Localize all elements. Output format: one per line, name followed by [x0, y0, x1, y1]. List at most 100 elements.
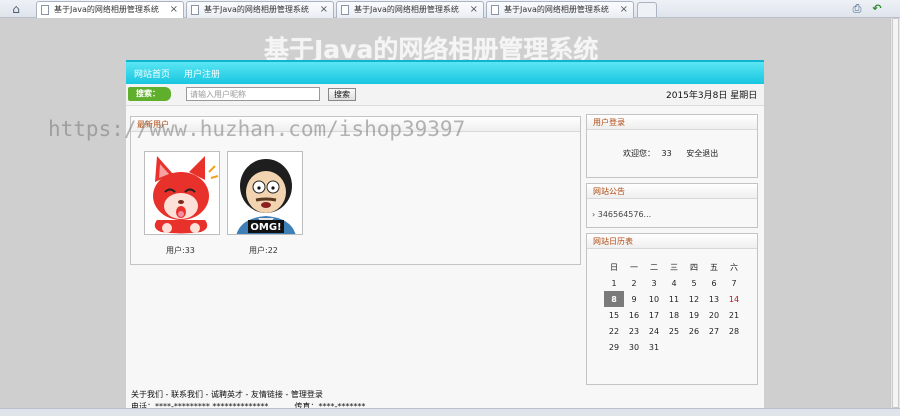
- calendar-day[interactable]: 10: [644, 291, 664, 307]
- calendar-day[interactable]: 26: [684, 323, 704, 339]
- browser-tab[interactable]: 基于Java的网络相册管理系统 ×: [336, 1, 484, 18]
- calendar-day[interactable]: 11: [664, 291, 684, 307]
- calendar-day[interactable]: 9: [624, 291, 644, 307]
- tab-close-icon[interactable]: ×: [470, 2, 478, 17]
- main-nav: 网站首页 用户注册: [126, 60, 764, 84]
- calendar-day[interactable]: 20: [704, 307, 724, 323]
- calendar-day[interactable]: 7: [724, 275, 744, 291]
- calendar-day[interactable]: 12: [684, 291, 704, 307]
- weekday-label: 五: [710, 262, 718, 272]
- browser-tab[interactable]: 基于Java的网络相册管理系统 ×: [486, 1, 634, 18]
- tab-title: 基于Java的网络相册管理系统: [504, 5, 609, 14]
- cartoon-man-omg-avatar: OMG!: [228, 152, 302, 234]
- calendar-day[interactable]: 22: [604, 323, 624, 339]
- calendar-week-row: 1 2 3 4 5 6 7: [604, 275, 744, 291]
- user-photo-22[interactable]: OMG!: [227, 151, 303, 235]
- panel-title: 网站公告: [587, 184, 757, 199]
- page-icon: [41, 5, 49, 15]
- calendar-day[interactable]: 28: [724, 323, 744, 339]
- calendar-day[interactable]: 30: [624, 339, 644, 355]
- calendar-week-row: 15 16 17 18 19 20 21: [604, 307, 744, 323]
- logout-link[interactable]: 安全退出: [686, 149, 718, 158]
- calendar-day[interactable]: 25: [664, 323, 684, 339]
- bullet-arrow-icon: ›: [592, 210, 596, 219]
- panel-title: 网站日历表: [587, 234, 757, 249]
- browser-tab-bar: ⌂ 基于Java的网络相册管理系统 × 基于Java的网络相册管理系统 × 基于…: [0, 0, 900, 18]
- calendar-day: [724, 339, 744, 355]
- search-button[interactable]: 搜索: [328, 88, 356, 101]
- page-icon: [341, 5, 349, 15]
- calendar-day: [684, 339, 704, 355]
- tab-close-icon[interactable]: ×: [320, 2, 328, 17]
- nav-register-link[interactable]: 用户注册: [184, 67, 220, 80]
- user-caption: 用户:22: [249, 246, 278, 255]
- print-icon[interactable]: ⎙: [850, 2, 864, 15]
- search-input[interactable]: [186, 87, 320, 101]
- search-label: 搜索：: [128, 87, 171, 101]
- watermark-text: https://www.huzhan.com/ishop39397: [48, 117, 466, 141]
- calendar-day[interactable]: 5: [684, 275, 704, 291]
- new-tab-button[interactable]: [637, 2, 657, 17]
- tab-close-icon[interactable]: ×: [620, 2, 628, 17]
- calendar-day[interactable]: 24: [644, 323, 664, 339]
- omg-text: OMG!: [250, 222, 281, 233]
- logged-in-user: 33: [661, 149, 672, 158]
- calendar-day[interactable]: 14: [724, 291, 744, 307]
- scrollbar-thumb[interactable]: [892, 18, 899, 408]
- calendar-week-row: 22 23 24 25 26 27 28: [604, 323, 744, 339]
- announcement-panel: 网站公告 › 346564576...: [586, 183, 758, 228]
- calendar-week-row: 29 30 31: [604, 339, 744, 355]
- tab-title: 基于Java的网络相册管理系统: [204, 5, 309, 14]
- calendar-day[interactable]: 3: [644, 275, 664, 291]
- calendar-day[interactable]: 4: [664, 275, 684, 291]
- page-icon: [191, 5, 199, 15]
- tab-title: 基于Java的网络相册管理系统: [354, 5, 459, 14]
- browser-tab[interactable]: 基于Java的网络相册管理系统 ×: [186, 1, 334, 18]
- red-fox-avatar: [145, 152, 219, 234]
- calendar-day[interactable]: 29: [604, 339, 624, 355]
- tab-title: 基于Java的网络相册管理系统: [54, 5, 159, 14]
- page-icon: [491, 5, 499, 15]
- weekday-label: 四: [690, 262, 698, 272]
- vertical-scrollbar[interactable]: [890, 18, 900, 408]
- announcement-text: 346564576...: [597, 210, 652, 219]
- welcome-label: 欢迎您：: [623, 149, 655, 158]
- calendar-day-today[interactable]: 8: [604, 291, 624, 307]
- calendar-day: [664, 339, 684, 355]
- weekday-label: 日: [610, 262, 618, 272]
- weekday-label: 一: [630, 262, 638, 272]
- calendar-day[interactable]: 18: [664, 307, 684, 323]
- calendar-day[interactable]: 31: [644, 339, 664, 355]
- panel-title: 用户登录: [587, 115, 757, 130]
- calendar-day[interactable]: 17: [644, 307, 664, 323]
- calendar-day[interactable]: 27: [704, 323, 724, 339]
- user-photo-33[interactable]: [144, 151, 220, 235]
- calendar-day[interactable]: 2: [624, 275, 644, 291]
- calendar-day: [704, 339, 724, 355]
- calendar-week-row: 8 9 10 11 12 13 14: [604, 291, 744, 307]
- weekday-label: 六: [730, 262, 738, 272]
- tab-close-icon[interactable]: ×: [170, 2, 178, 17]
- calendar-day[interactable]: 15: [604, 307, 624, 323]
- home-icon[interactable]: ⌂: [8, 2, 24, 16]
- search-bar: 搜索： 搜索 2015年3月8日 星期日: [126, 84, 764, 106]
- calendar-day[interactable]: 19: [684, 307, 704, 323]
- calendar-day[interactable]: 21: [724, 307, 744, 323]
- weekday-label: 二: [650, 262, 658, 272]
- weekday-label: 三: [670, 262, 678, 272]
- calendar-day[interactable]: 13: [704, 291, 724, 307]
- login-panel: 用户登录 欢迎您： 33 安全退出: [586, 114, 758, 178]
- browser-tab[interactable]: 基于Java的网络相册管理系统 ×: [36, 1, 184, 18]
- calendar-day[interactable]: 23: [624, 323, 644, 339]
- login-status: 欢迎您： 33 安全退出: [623, 148, 718, 159]
- back-arrow-icon[interactable]: ↶: [870, 2, 884, 15]
- calendar-weekday-row: 日 一 二 三 四 五 六: [604, 259, 744, 275]
- nav-home-link[interactable]: 网站首页: [134, 67, 170, 80]
- current-date: 2015年3月8日 星期日: [666, 91, 758, 101]
- calendar-day[interactable]: 6: [704, 275, 724, 291]
- user-caption: 用户:33: [166, 246, 195, 255]
- footer-links[interactable]: 关于我们 - 联系我们 - 诚聘英才 - 友情链接 - 管理登录: [131, 389, 323, 400]
- calendar-day[interactable]: 1: [604, 275, 624, 291]
- calendar-day[interactable]: 16: [624, 307, 644, 323]
- announcement-item[interactable]: › 346564576...: [592, 210, 651, 219]
